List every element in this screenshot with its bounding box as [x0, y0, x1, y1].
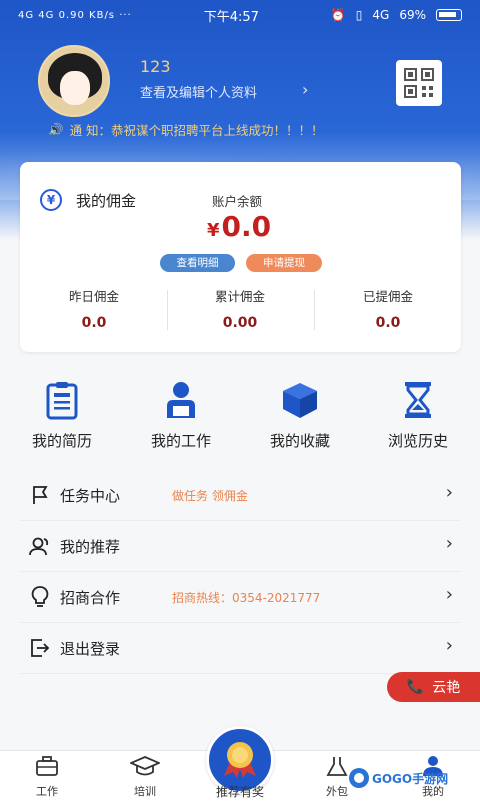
shortcut-history[interactable]: 浏览历史 — [368, 380, 468, 451]
medal-icon — [220, 738, 260, 782]
tab-label: 培训 — [134, 785, 156, 798]
username: 123 — [140, 57, 171, 76]
commission-card: ¥ 我的佣金 账户余额 ¥0.0 查看明细 申请提现 昨日佣金 0.0 累计佣金… — [20, 162, 461, 352]
customer-service-button[interactable]: 📞 云艳 — [387, 672, 480, 702]
graduation-cap-icon — [110, 755, 180, 781]
stat-label: 已提佣金 — [362, 289, 413, 304]
vibrate-icon: ▯ — [355, 8, 363, 22]
users-icon — [28, 534, 52, 558]
balance-label: 账户余额 — [212, 194, 263, 209]
chevron-right-icon[interactable]: › — [302, 80, 308, 99]
alarm-icon: ⏰ — [330, 8, 346, 22]
work-icon — [161, 380, 201, 420]
menu-item-tasks[interactable]: 任务中心 做任务 领佣金 › — [20, 470, 461, 521]
stat-total: 累计佣金 0.00 — [180, 286, 300, 331]
status-right: ⏰ ▯ 4G 69% — [331, 8, 462, 22]
stat-label: 昨日佣金 — [68, 289, 119, 304]
menu-item-referrals[interactable]: 我的推荐 › — [20, 521, 461, 572]
currency-symbol: ¥ — [207, 220, 220, 241]
watermark-logo-icon — [349, 768, 369, 788]
clock: 下午4:57 — [203, 9, 259, 25]
hourglass-icon — [398, 380, 438, 420]
divider — [314, 290, 315, 330]
tab-label: 工作 — [36, 785, 58, 798]
stat-value: 0.0 — [375, 315, 401, 331]
shortcut-label: 我的工作 — [150, 432, 211, 450]
battery-icon — [436, 9, 462, 21]
service-label: 云艳 — [432, 680, 461, 696]
watermark-text: GOGO手游网 — [372, 771, 449, 786]
box-icon — [280, 380, 320, 420]
signal-4g-icon: 4G — [372, 8, 390, 22]
battery-level: 69% — [399, 8, 426, 22]
yen-icon: ¥ — [40, 189, 62, 211]
withdraw-button[interactable]: 申请提现 — [246, 254, 322, 272]
network-status: 4G 4G 0.90 KB/s ··· — [18, 9, 132, 21]
edit-profile-link[interactable]: 查看及编辑个人资料 — [140, 82, 257, 101]
stat-value: 0.0 — [81, 315, 107, 331]
shortcut-label: 我的简历 — [31, 432, 92, 450]
briefcase-icon — [12, 755, 82, 781]
watermark: GOGO手游网 — [348, 767, 448, 789]
chevron-right-icon: › — [445, 635, 453, 656]
referral-reward-label: 推荐有奖 — [215, 785, 264, 799]
menu-item-logout[interactable]: 退出登录 › — [20, 623, 461, 674]
phone-icon: 📞 — [406, 679, 425, 695]
qr-code-icon[interactable] — [396, 60, 442, 106]
menu-item-desc: 招商热线：0354-2021777 — [172, 590, 321, 605]
logout-icon — [28, 636, 52, 660]
divider — [167, 290, 168, 330]
shortcut-resume[interactable]: 我的简历 — [12, 380, 112, 451]
chevron-right-icon: › — [445, 533, 453, 554]
chevron-right-icon: › — [445, 584, 453, 605]
flag-icon — [28, 483, 52, 507]
lightbulb-icon — [28, 585, 52, 609]
shortcut-grid: 我的简历 我的工作 我的收藏 浏览历史 — [0, 380, 480, 460]
menu-item-label: 我的推荐 — [60, 537, 121, 556]
stat-yesterday: 昨日佣金 0.0 — [34, 286, 154, 331]
resume-icon — [42, 380, 82, 420]
balance-amount: ¥0.0 — [207, 210, 271, 243]
tab-training[interactable]: 培训 — [110, 755, 180, 799]
menu-item-label: 退出登录 — [60, 639, 121, 658]
shortcut-favorites[interactable]: 我的收藏 — [250, 380, 350, 451]
stat-withdrawn: 已提佣金 0.0 — [328, 286, 448, 331]
commission-title: 我的佣金 — [76, 192, 137, 210]
avatar-face — [60, 71, 90, 105]
menu-item-partnership[interactable]: 招商合作 招商热线：0354-2021777 › — [20, 572, 461, 623]
notice-bar[interactable]: 🔊 通 知：恭祝谋个职招聘平台上线成功！！！！ — [48, 120, 324, 139]
balance-value: 0.0 — [221, 210, 272, 243]
stat-label: 累计佣金 — [214, 289, 265, 304]
chevron-right-icon: › — [445, 482, 453, 503]
view-details-button[interactable]: 查看明细 — [160, 254, 235, 272]
avatar[interactable] — [38, 45, 110, 117]
notice-text: 通 知：恭祝谋个职招聘平台上线成功！！！！ — [69, 123, 324, 138]
shortcut-label: 我的收藏 — [269, 432, 330, 450]
menu-item-desc: 做任务 领佣金 — [172, 488, 248, 503]
shortcut-label: 浏览历史 — [387, 432, 448, 450]
status-bar: 4G 4G 0.90 KB/s ··· 下午4:57 ⏰ ▯ 4G 69% — [0, 0, 480, 30]
tab-work[interactable]: 工作 — [12, 755, 82, 799]
menu-list: 任务中心 做任务 领佣金 › 我的推荐 › 招商合作 招商热线：0354-202… — [20, 470, 461, 674]
speaker-icon: 🔊 — [48, 121, 64, 137]
shortcut-work[interactable]: 我的工作 — [131, 380, 231, 451]
menu-item-label: 任务中心 — [60, 486, 121, 505]
menu-item-label: 招商合作 — [60, 588, 121, 607]
stat-value: 0.00 — [222, 315, 258, 331]
